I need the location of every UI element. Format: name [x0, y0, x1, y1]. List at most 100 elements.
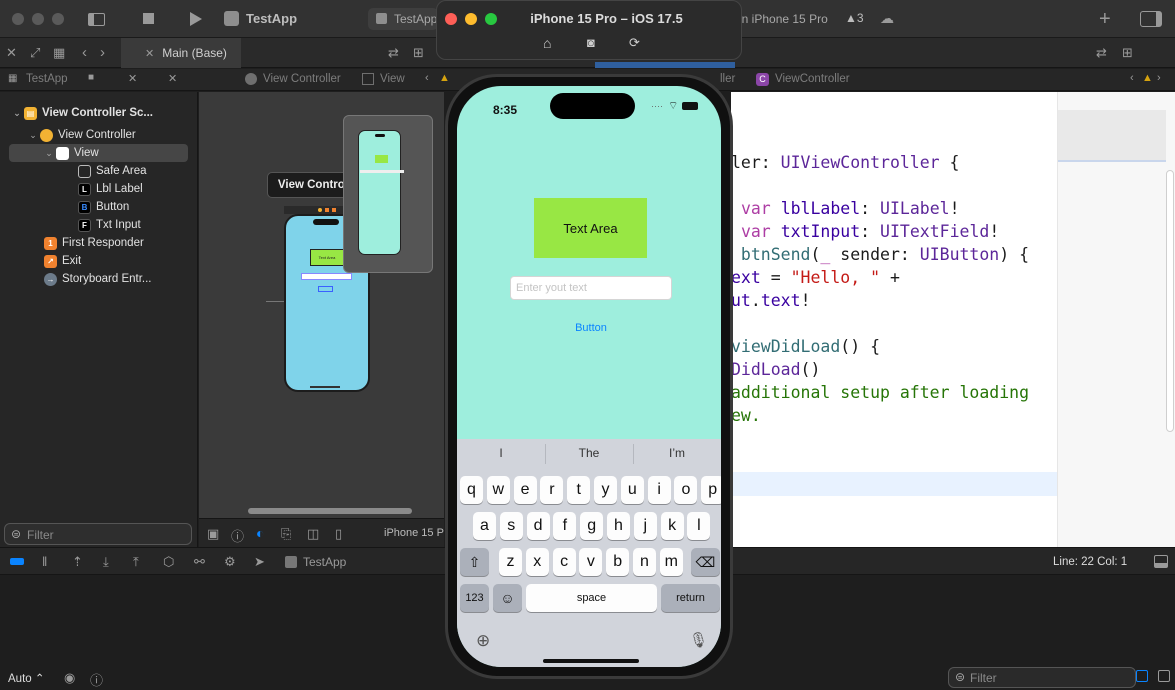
code-line[interactable]: ext = "Hello, " +: [731, 266, 1029, 289]
environment-icon[interactable]: ⚙: [224, 554, 236, 570]
storyboard-canvas[interactable]: Text Area View Controller: [199, 92, 444, 518]
console-view-icon[interactable]: [1158, 670, 1170, 682]
scheme-title[interactable]: TestApp: [246, 11, 297, 26]
code-line[interactable]: viewDidLoad() {: [731, 335, 1029, 358]
canvas-scrollbar[interactable]: [248, 508, 412, 514]
device-icon[interactable]: ▯: [335, 526, 342, 542]
outline-view-controller[interactable]: ⌄ View Controller: [0, 126, 198, 144]
suggestion-2[interactable]: The: [545, 446, 633, 460]
warnings-badge[interactable]: ▲3: [845, 11, 864, 25]
iphone-screen[interactable]: 8:35 ···· ⌔ Text Area Enter yout text Bu…: [457, 86, 721, 667]
mini-text-input[interactable]: [301, 273, 352, 280]
space-key[interactable]: space: [526, 584, 657, 612]
debug-target-label[interactable]: TestApp: [303, 555, 346, 569]
screenshot-icon[interactable]: ◙: [587, 35, 595, 50]
step-out-icon[interactable]: ⤒: [133, 554, 139, 570]
key-g[interactable]: g: [580, 512, 604, 540]
variables-view-icon[interactable]: [1136, 670, 1148, 682]
jump-view-controller[interactable]: View Controller: [263, 73, 341, 85]
run-icon[interactable]: [190, 12, 202, 26]
key-v[interactable]: v: [579, 548, 603, 576]
key-m[interactable]: m: [659, 548, 683, 576]
globe-icon[interactable]: ⊕: [476, 631, 490, 651]
step-over-icon[interactable]: ⇡: [72, 554, 83, 570]
code-line[interactable]: additional setup after loading: [731, 381, 1029, 404]
outline-safe-area[interactable]: Safe Area: [0, 162, 198, 180]
code-scrollbar[interactable]: [1166, 170, 1174, 432]
issue-warning-icon[interactable]: ▲: [439, 72, 450, 84]
forward-icon[interactable]: ›: [100, 44, 105, 61]
home-icon[interactable]: ⌂: [543, 35, 551, 51]
jump-code-class-prefix[interactable]: ller: [720, 73, 735, 85]
mini-text-area[interactable]: Text Area: [310, 249, 344, 266]
outline-lbl-label[interactable]: L Lbl Label: [0, 180, 198, 198]
outline-storyboard-entry[interactable]: → Storyboard Entr...: [0, 270, 198, 288]
console-toggle-icon[interactable]: [10, 558, 24, 565]
console-filter-field[interactable]: ⊜ Filter: [948, 667, 1136, 688]
return-key[interactable]: return: [661, 584, 720, 612]
jump-code-class[interactable]: ViewController: [775, 73, 850, 85]
next-icon[interactable]: ›: [1157, 72, 1161, 84]
key-c[interactable]: c: [552, 548, 576, 576]
key-l[interactable]: l: [687, 512, 711, 540]
code-line[interactable]: [731, 174, 1029, 197]
emoji-key[interactable]: ☺: [493, 584, 522, 612]
key-b[interactable]: b: [606, 548, 630, 576]
key-z[interactable]: z: [499, 548, 522, 576]
shift-key[interactable]: ⇧: [460, 548, 489, 576]
storyboard-icon[interactable]: ✕: [128, 72, 137, 85]
scheme-tab[interactable]: TestApp: [368, 8, 438, 30]
appearance-icon[interactable]: ◐: [256, 525, 264, 541]
auto-selector[interactable]: Auto ⌃: [8, 671, 45, 685]
location-icon[interactable]: ➤: [254, 554, 265, 570]
add-editor-right-icon[interactable]: ⊞: [1122, 45, 1133, 61]
key-j[interactable]: j: [633, 512, 657, 540]
code-warning-icon[interactable]: ▲: [1142, 72, 1153, 84]
key-f[interactable]: f: [553, 512, 577, 540]
key-q[interactable]: q: [460, 476, 483, 504]
delete-key[interactable]: ⌫: [691, 548, 720, 576]
swap-right-icon[interactable]: ⇄: [1096, 45, 1107, 61]
key-n[interactable]: n: [633, 548, 656, 576]
numbers-key[interactable]: 123: [460, 584, 489, 612]
code-editor[interactable]: ler: UIViewController { var lblLabel: UI…: [731, 92, 1175, 547]
mini-button[interactable]: [318, 286, 333, 292]
key-u[interactable]: u: [620, 476, 644, 504]
view-hierarchy-icon[interactable]: ⬡: [163, 554, 174, 570]
code-line[interactable]: var txtInput: UITextField!: [731, 220, 1029, 243]
editor-tab-main[interactable]: ✕ Main (Base): [121, 38, 241, 68]
code-text[interactable]: ler: UIViewController { var lblLabel: UI…: [731, 151, 1029, 427]
size-class-icon[interactable]: ◫: [307, 526, 319, 542]
accessibility-icon[interactable]: ⓘ: [231, 526, 244, 545]
run-destination-label[interactable]: on iPhone 15 Pro: [735, 12, 828, 26]
minimap-visible-region[interactable]: [1058, 110, 1166, 160]
debug-area-toggle-icon[interactable]: [1154, 555, 1168, 568]
orientation-icon[interactable]: ⎘: [281, 526, 291, 542]
outline-view[interactable]: ⌄ View: [9, 144, 188, 162]
key-t[interactable]: t: [567, 476, 591, 504]
text-input-field[interactable]: Enter yout text: [510, 276, 672, 300]
key-o[interactable]: o: [674, 476, 698, 504]
rotate-icon[interactable]: ⟳: [629, 35, 640, 51]
add-icon[interactable]: +: [1099, 8, 1111, 31]
pause-icon[interactable]: ‖: [42, 554, 47, 569]
outline-exit[interactable]: ↗ Exit: [0, 252, 198, 270]
prev-issue-icon[interactable]: ‹: [425, 72, 429, 84]
key-s[interactable]: s: [499, 512, 523, 540]
key-a[interactable]: a: [473, 512, 496, 540]
minimize-window-button[interactable]: [32, 13, 44, 25]
expand-icon[interactable]: ⤢: [30, 45, 40, 61]
add-editor-icon[interactable]: ⊞: [413, 45, 424, 61]
outline-toggle-icon[interactable]: ▣: [207, 526, 219, 542]
send-button[interactable]: Button: [561, 322, 621, 334]
code-line[interactable]: ew.: [731, 404, 1029, 427]
device-selector[interactable]: iPhone 15 P: [384, 527, 444, 539]
key-p[interactable]: p: [701, 476, 721, 504]
key-r[interactable]: r: [540, 476, 564, 504]
code-line[interactable]: ut.text!: [731, 289, 1029, 312]
memory-graph-icon[interactable]: ⚯: [194, 554, 205, 570]
key-k[interactable]: k: [660, 512, 684, 540]
outline-txt-input[interactable]: F Txt Input: [0, 216, 198, 234]
suggestion-1[interactable]: I: [457, 446, 545, 460]
prev-icon[interactable]: ‹: [1130, 72, 1134, 84]
